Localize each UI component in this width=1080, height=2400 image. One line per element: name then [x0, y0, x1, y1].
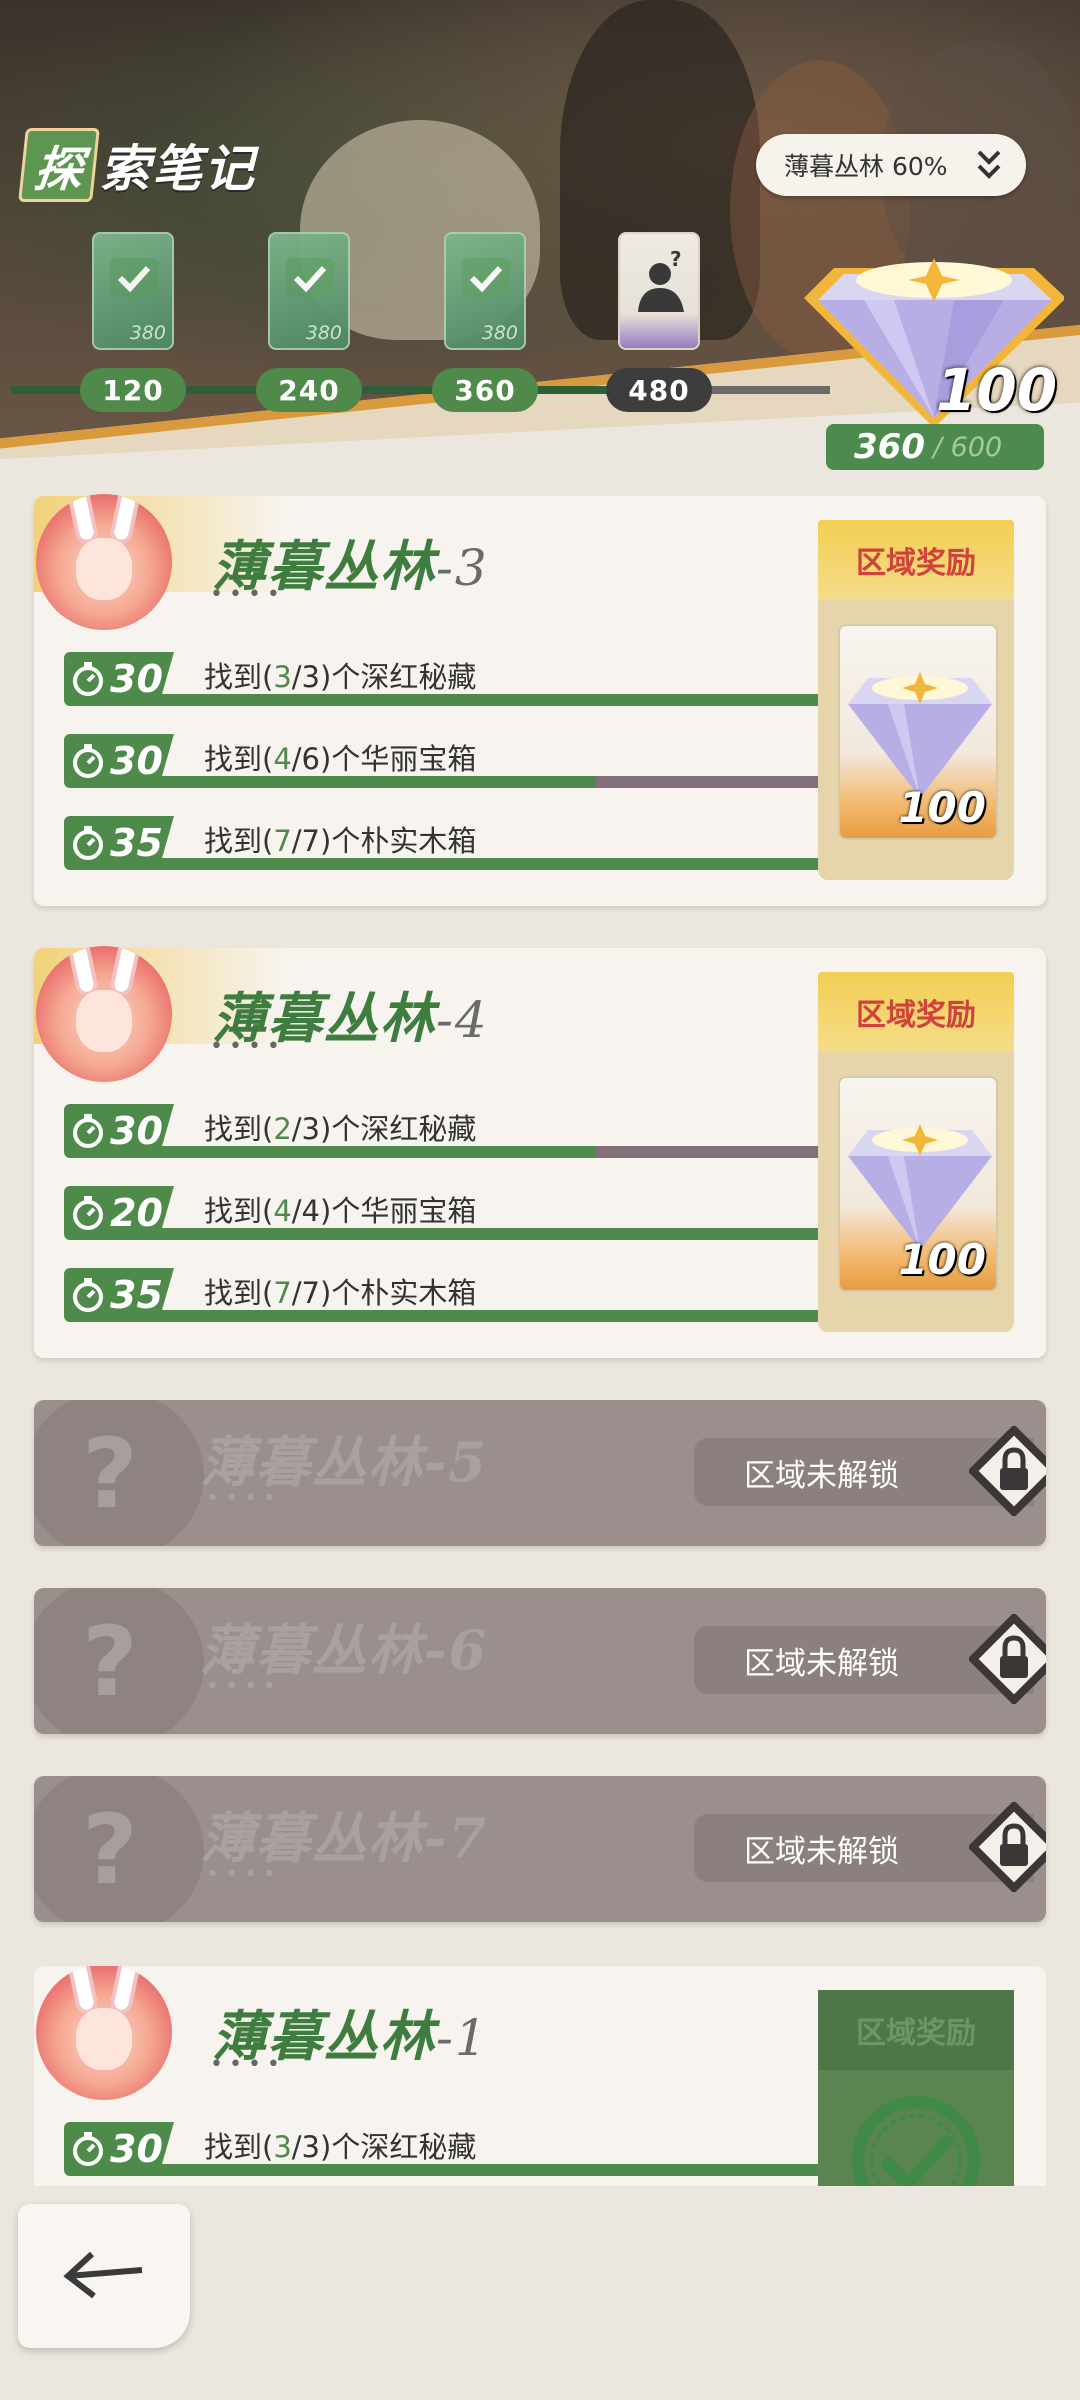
- back-arrow-icon: [63, 2251, 143, 2299]
- reward-item[interactable]: 100: [838, 624, 998, 840]
- diamond-icon: [848, 672, 992, 798]
- region-card: 薄暮丛林-3 •••• 30 找到(3/3)个深红秘藏 30 找到(4/6)个华…: [34, 494, 1046, 906]
- task-text: 找到(3/3)个深红秘藏: [204, 2130, 477, 2164]
- milestone-reward-amount: 380: [481, 322, 518, 344]
- task-text: 找到(4/6)个华丽宝箱: [204, 742, 477, 776]
- task-text: 找到(3/3)个深红秘藏: [204, 660, 477, 694]
- lock-icon: [969, 1802, 1046, 1892]
- title-text: 索笔记: [100, 140, 256, 198]
- region-reward[interactable]: 区域奖励 100: [818, 972, 1014, 1332]
- milestone-reward-amount: 380: [305, 322, 342, 344]
- exploration-progress: 360 / 600: [826, 424, 1044, 470]
- avatar: [36, 946, 172, 1082]
- region-reward-label: 区域奖励: [818, 972, 1014, 1052]
- milestone-reward-amount: 380: [129, 322, 166, 344]
- task-text: 找到(2/3)个深红秘藏: [204, 1112, 477, 1146]
- milestone-reward-card[interactable]: 380: [268, 232, 350, 350]
- page-title: 探 索笔记: [18, 128, 256, 202]
- milestone-threshold: 120: [80, 368, 186, 412]
- region-dots: ••••: [210, 582, 286, 607]
- task-text: 找到(7/7)个朴实木箱: [204, 1276, 477, 1310]
- claimed-seal-icon: [852, 2096, 980, 2186]
- milestone-reward-card[interactable]: ?: [618, 232, 700, 350]
- region-dots: ••••: [206, 1674, 282, 1699]
- checkmark-icon: [110, 258, 158, 298]
- region-card: 薄暮丛林-1 •••• 30 找到(3/3)个深红秘藏 区域奖励: [34, 1966, 1046, 2186]
- locked-region-card[interactable]: ? 薄暮丛林-6 •••• 区域未解锁: [34, 1588, 1046, 1734]
- stopwatch-icon: [73, 2132, 103, 2166]
- progress-total: / 600: [932, 431, 1003, 463]
- avatar: [36, 494, 172, 630]
- checkmark-icon: [286, 258, 334, 298]
- diamond-count: 100: [936, 356, 1058, 424]
- lock-icon: [969, 1614, 1046, 1704]
- checkmark-icon: [462, 258, 510, 298]
- milestone-reward-card[interactable]: 380: [92, 232, 174, 350]
- region-selector[interactable]: 薄暮丛林 60%: [756, 134, 1026, 196]
- progress-current: 360: [854, 427, 925, 467]
- milestone-threshold: 360: [432, 368, 538, 412]
- task-row: 35 找到(7/7)个朴实木箱: [64, 816, 830, 870]
- task-row: 30 找到(3/3)个深红秘藏: [64, 2122, 830, 2176]
- region-dots: ••••: [206, 1486, 282, 1511]
- task-text: 找到(7/7)个朴实木箱: [204, 824, 477, 858]
- task-row: 30 找到(3/3)个深红秘藏: [64, 652, 830, 706]
- locked-region-card[interactable]: ? 薄暮丛林-7 •••• 区域未解锁: [34, 1776, 1046, 1922]
- reward-item[interactable]: 100: [838, 1076, 998, 1292]
- task-row: 35 找到(7/7)个朴实木箱: [64, 1268, 830, 1322]
- task-row: 20 找到(4/4)个华丽宝箱: [64, 1186, 830, 1240]
- task-points: 35: [64, 1268, 174, 1322]
- milestone-threshold: 240: [256, 368, 362, 412]
- milestone-threshold: 480: [606, 368, 712, 412]
- task-points: 35: [64, 816, 174, 870]
- task-points: 20: [64, 1186, 174, 1240]
- reward-count: 100: [898, 1235, 986, 1284]
- region-reward-claimed: 区域奖励: [818, 1990, 1014, 2186]
- task-row: 30 找到(2/3)个深红秘藏: [64, 1104, 830, 1158]
- task-points: 30: [64, 2122, 174, 2176]
- task-points: 30: [64, 1104, 174, 1158]
- diamond-icon: [848, 1124, 992, 1250]
- svg-text:?: ?: [670, 248, 682, 271]
- milestone-reward-card[interactable]: 380: [444, 232, 526, 350]
- stopwatch-icon: [73, 1114, 103, 1148]
- region-dots: ••••: [210, 1034, 286, 1059]
- region-reward-label: 区域奖励: [818, 1990, 1014, 2070]
- header-banner: 探 索笔记 薄暮丛林 60% 380 380 380 ? 120 240 360…: [0, 0, 1080, 470]
- stopwatch-icon: [73, 826, 103, 860]
- title-badge: 探: [18, 128, 100, 202]
- locked-region-card[interactable]: ? 薄暮丛林-5 •••• 区域未解锁: [34, 1400, 1046, 1546]
- question-mark-icon: ?: [82, 1418, 138, 1530]
- region-reward[interactable]: 区域奖励 100: [818, 520, 1014, 880]
- task-row: 30 找到(4/6)个华丽宝箱: [64, 734, 830, 788]
- stopwatch-icon: [73, 1278, 103, 1312]
- mystery-person-icon: ?: [638, 248, 684, 312]
- region-dots: ••••: [210, 2052, 286, 2077]
- reward-count: 100: [898, 783, 986, 832]
- region-reward-label: 区域奖励: [818, 520, 1014, 600]
- stopwatch-icon: [73, 662, 103, 696]
- region-selector-label: 薄暮丛林 60%: [784, 152, 948, 181]
- avatar: [36, 1966, 172, 2100]
- task-points: 30: [64, 734, 174, 788]
- question-mark-icon: ?: [82, 1606, 138, 1718]
- stopwatch-icon: [73, 1196, 103, 1230]
- task-points: 30: [64, 652, 174, 706]
- region-card: 薄暮丛林-4 •••• 30 找到(2/3)个深红秘藏 20 找到(4/4)个华…: [34, 946, 1046, 1358]
- region-dots: ••••: [206, 1862, 282, 1887]
- task-text: 找到(4/4)个华丽宝箱: [204, 1194, 477, 1228]
- stopwatch-icon: [73, 744, 103, 778]
- chevron-down-icon: [977, 150, 1001, 179]
- lock-icon: [969, 1426, 1046, 1516]
- question-mark-icon: ?: [82, 1794, 138, 1906]
- back-button[interactable]: [18, 2204, 190, 2348]
